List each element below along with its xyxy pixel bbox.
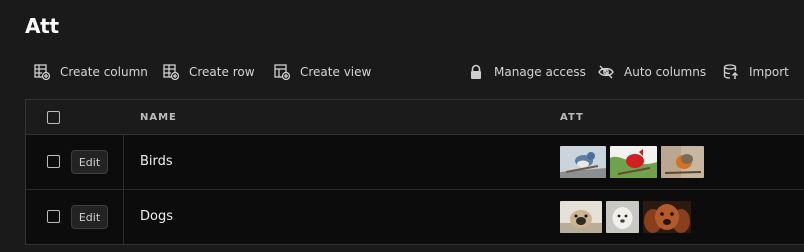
- create-column-button[interactable]: Create column: [34, 62, 148, 82]
- add-row-icon: [163, 64, 179, 80]
- table-row: Edit Dogs: [26, 190, 804, 245]
- red-cardinal-thumbnail[interactable]: [610, 146, 657, 178]
- auto-columns-button[interactable]: Auto columns: [598, 62, 706, 82]
- import-icon: [723, 64, 739, 79]
- create-view-button[interactable]: Create view: [274, 62, 371, 82]
- attachment-cell[interactable]: [560, 146, 704, 178]
- manage-access-label: Manage access: [494, 65, 586, 79]
- create-column-label: Create column: [60, 65, 148, 79]
- create-row-label: Create row: [189, 65, 255, 79]
- column-header-att[interactable]: ATT: [560, 112, 584, 123]
- blue-bird-thumbnail[interactable]: [560, 146, 606, 178]
- import-label: Import: [749, 65, 789, 79]
- pug-thumbnail[interactable]: [560, 201, 602, 233]
- import-button[interactable]: Import: [723, 62, 789, 82]
- table-header: NAME ATT: [26, 100, 804, 135]
- attachment-cell[interactable]: [560, 201, 691, 233]
- name-cell: Birds: [140, 154, 173, 169]
- row-checkbox[interactable]: [47, 155, 60, 168]
- eye-slash-icon: [598, 65, 614, 79]
- robin-thumbnail[interactable]: [661, 146, 704, 178]
- spaniel-thumbnail[interactable]: [643, 201, 691, 233]
- name-cell: Dogs: [140, 209, 173, 224]
- table-row: Edit Birds: [26, 135, 804, 190]
- toolbar: Create column Create row Create view Man…: [34, 62, 804, 82]
- page-title: Att: [25, 14, 59, 38]
- create-view-label: Create view: [300, 65, 372, 79]
- auto-columns-label: Auto columns: [624, 65, 707, 79]
- create-row-button[interactable]: Create row: [163, 62, 255, 82]
- row-checkbox[interactable]: [47, 210, 60, 223]
- add-column-icon: [34, 64, 50, 80]
- manage-access-button[interactable]: Manage access: [468, 62, 586, 82]
- select-all-checkbox[interactable]: [47, 111, 60, 124]
- add-view-icon: [274, 64, 290, 80]
- edit-button[interactable]: Edit: [71, 150, 108, 174]
- white-dog-thumbnail[interactable]: [606, 201, 639, 233]
- edit-button[interactable]: Edit: [71, 205, 108, 229]
- data-table: NAME ATT Edit Birds Edit Dogs: [25, 99, 804, 245]
- lock-icon: [471, 64, 481, 79]
- column-header-name[interactable]: NAME: [140, 112, 177, 123]
